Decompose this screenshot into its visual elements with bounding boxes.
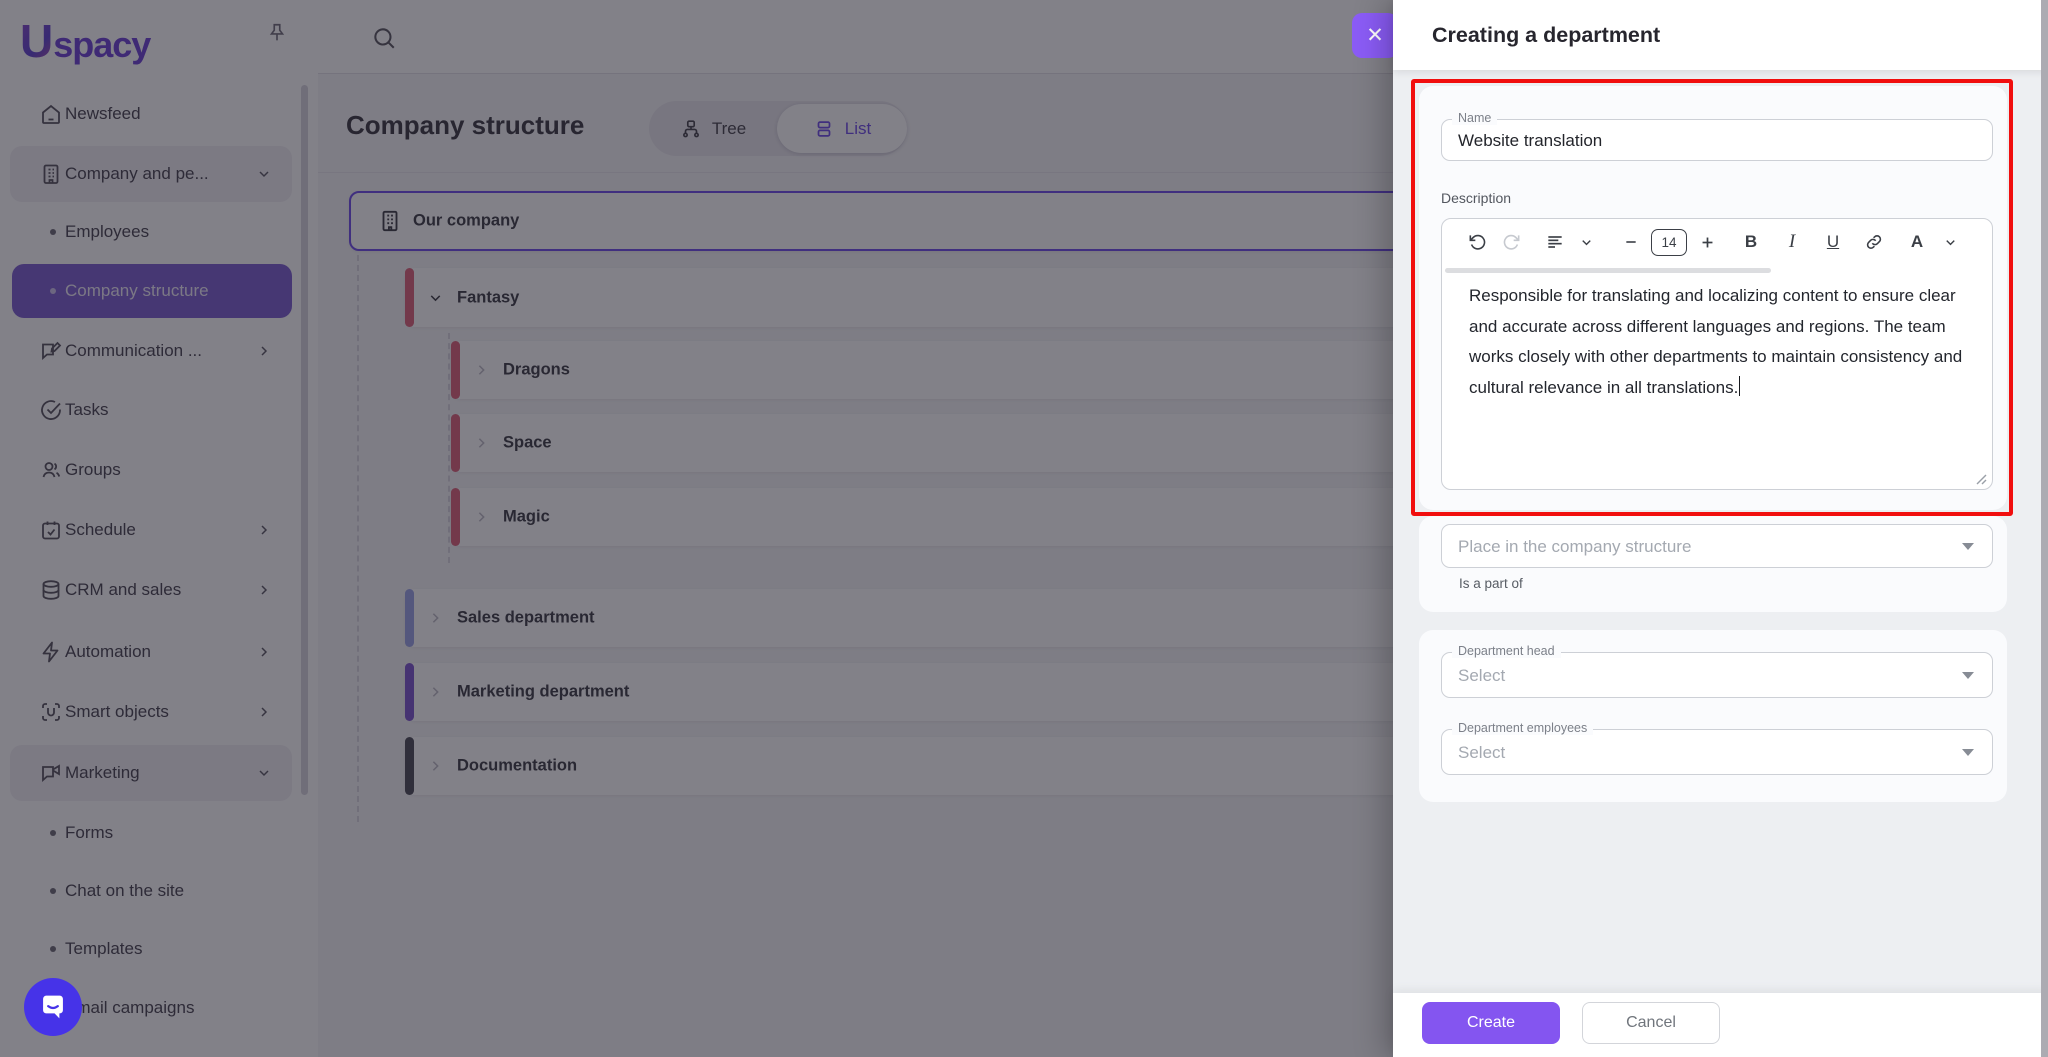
department-head-select[interactable]: Department head Select xyxy=(1441,652,1993,698)
name-input-value: Website translation xyxy=(1458,120,1602,162)
window-scrollbar[interactable] xyxy=(2041,0,2048,1057)
cancel-button[interactable]: Cancel xyxy=(1582,1002,1720,1044)
undo-icon[interactable] xyxy=(1462,227,1492,257)
dropdown-caret-icon xyxy=(1962,543,1974,550)
description-label: Description xyxy=(1441,190,1511,206)
description-editor[interactable]: 14 B I U A Responsible for translating a… xyxy=(1441,218,1993,490)
create-button[interactable]: Create xyxy=(1422,1002,1560,1044)
description-toolbar: 14 B I U A xyxy=(1442,219,1992,265)
panel-footer: Create Cancel xyxy=(1393,993,2048,1057)
link-icon[interactable] xyxy=(1859,227,1889,257)
text-cursor xyxy=(1739,376,1740,396)
description-text-value: Responsible for translating and localizi… xyxy=(1469,286,1962,397)
font-size-decrease-icon[interactable] xyxy=(1616,227,1646,257)
place-select[interactable]: Place in the company structure xyxy=(1441,524,1993,568)
text-color-icon[interactable]: A xyxy=(1902,227,1932,257)
panel-header: Creating a department xyxy=(1393,0,2048,70)
font-size-increase-icon[interactable] xyxy=(1692,227,1722,257)
modal-dim-overlay[interactable] xyxy=(0,0,1393,1057)
bold-icon[interactable]: B xyxy=(1736,227,1766,257)
chevron-down-icon[interactable] xyxy=(1935,227,1965,257)
name-input[interactable]: Name Website translation xyxy=(1441,119,1993,161)
italic-icon[interactable]: I xyxy=(1777,227,1807,257)
place-card: Place in the company structure Is a part… xyxy=(1419,516,2007,612)
description-text[interactable]: Responsible for translating and localizi… xyxy=(1469,281,1964,403)
close-icon: ✕ xyxy=(1366,23,1384,48)
department-employees-placeholder: Select xyxy=(1458,730,1505,776)
chevron-down-icon[interactable] xyxy=(1571,227,1601,257)
dropdown-caret-icon xyxy=(1962,749,1974,756)
underline-icon[interactable]: U xyxy=(1818,227,1848,257)
department-head-placeholder: Select xyxy=(1458,653,1505,699)
redo-icon[interactable] xyxy=(1497,227,1527,257)
chat-bubble-icon xyxy=(36,990,70,1024)
font-size-value[interactable]: 14 xyxy=(1651,227,1687,257)
toolbar-scrollbar[interactable] xyxy=(1445,268,1771,273)
panel-title: Creating a department xyxy=(1432,23,1660,48)
department-employees-select[interactable]: Department employees Select xyxy=(1441,729,1993,775)
members-card: Department head Select Department employ… xyxy=(1419,630,2007,802)
align-icon[interactable] xyxy=(1540,227,1570,257)
creating-department-panel: Creating a department Name Website trans… xyxy=(1393,0,2048,1057)
dropdown-caret-icon xyxy=(1962,672,1974,679)
chat-widget-button[interactable] xyxy=(24,978,82,1036)
place-select-placeholder: Place in the company structure xyxy=(1458,525,1691,569)
close-panel-button[interactable]: ✕ xyxy=(1352,13,1398,58)
app-screen: Uspacy Newsfeed Company and pe... Employ… xyxy=(0,0,2048,1057)
resize-handle-icon[interactable] xyxy=(1973,471,1987,485)
place-helper-text: Is a part of xyxy=(1459,576,1523,591)
